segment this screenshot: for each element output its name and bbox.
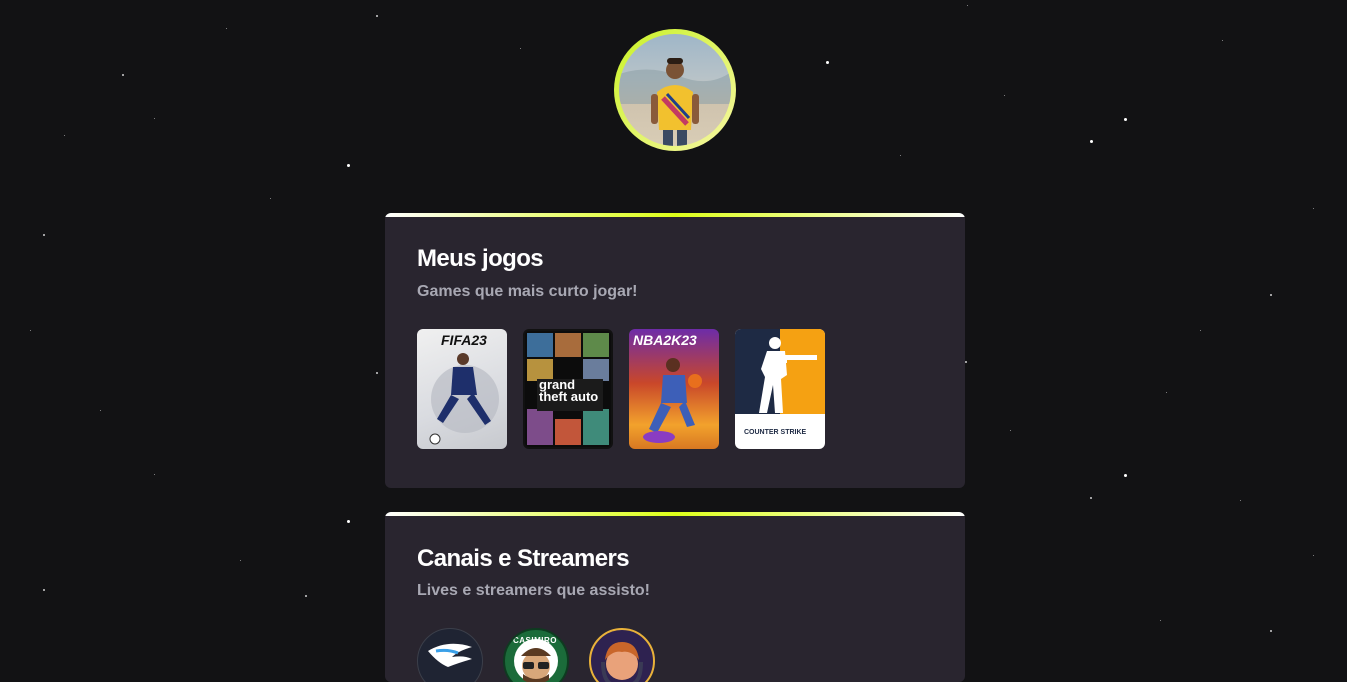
profile-avatar [614,29,736,151]
game-fifa23[interactable]: FIFA23 [417,329,507,449]
channel-wings[interactable] [417,628,483,682]
game-counter-strike[interactable]: COUNTER STRIKE [735,329,825,449]
game-nba2k23[interactable]: NBA2K23 [629,329,719,449]
nba2k23-label: NBA2K23 [633,332,697,348]
channel-casimiro[interactable]: CASIMIRO [503,628,569,682]
profile-photo-icon [619,34,731,146]
games-card: Meus jogos Games que mais curto jogar! F… [385,213,965,488]
streamers-title: Canais e Streamers [417,545,630,572]
casimiro-label: CASIMIRO [513,636,557,645]
games-subtitle: Games que mais curto jogar! [417,283,638,300]
channel-streamer[interactable] [589,628,655,682]
streamer-avatar-icon [601,642,643,682]
streamers-card: Canais e Streamers Lives e streamers que… [385,512,965,682]
streamers-subtitle: Lives e streamers que assisto! [417,582,651,599]
wings-channel-logo-icon [428,643,472,667]
fifa23-label: FIFA23 [441,332,487,348]
counter-strike-label: COUNTER STRIKE [744,429,807,436]
games-title: Meus jogos [417,245,544,272]
gta5-label: grand theft auto [539,377,599,404]
game-gta5[interactable]: grand theft auto [523,329,613,449]
